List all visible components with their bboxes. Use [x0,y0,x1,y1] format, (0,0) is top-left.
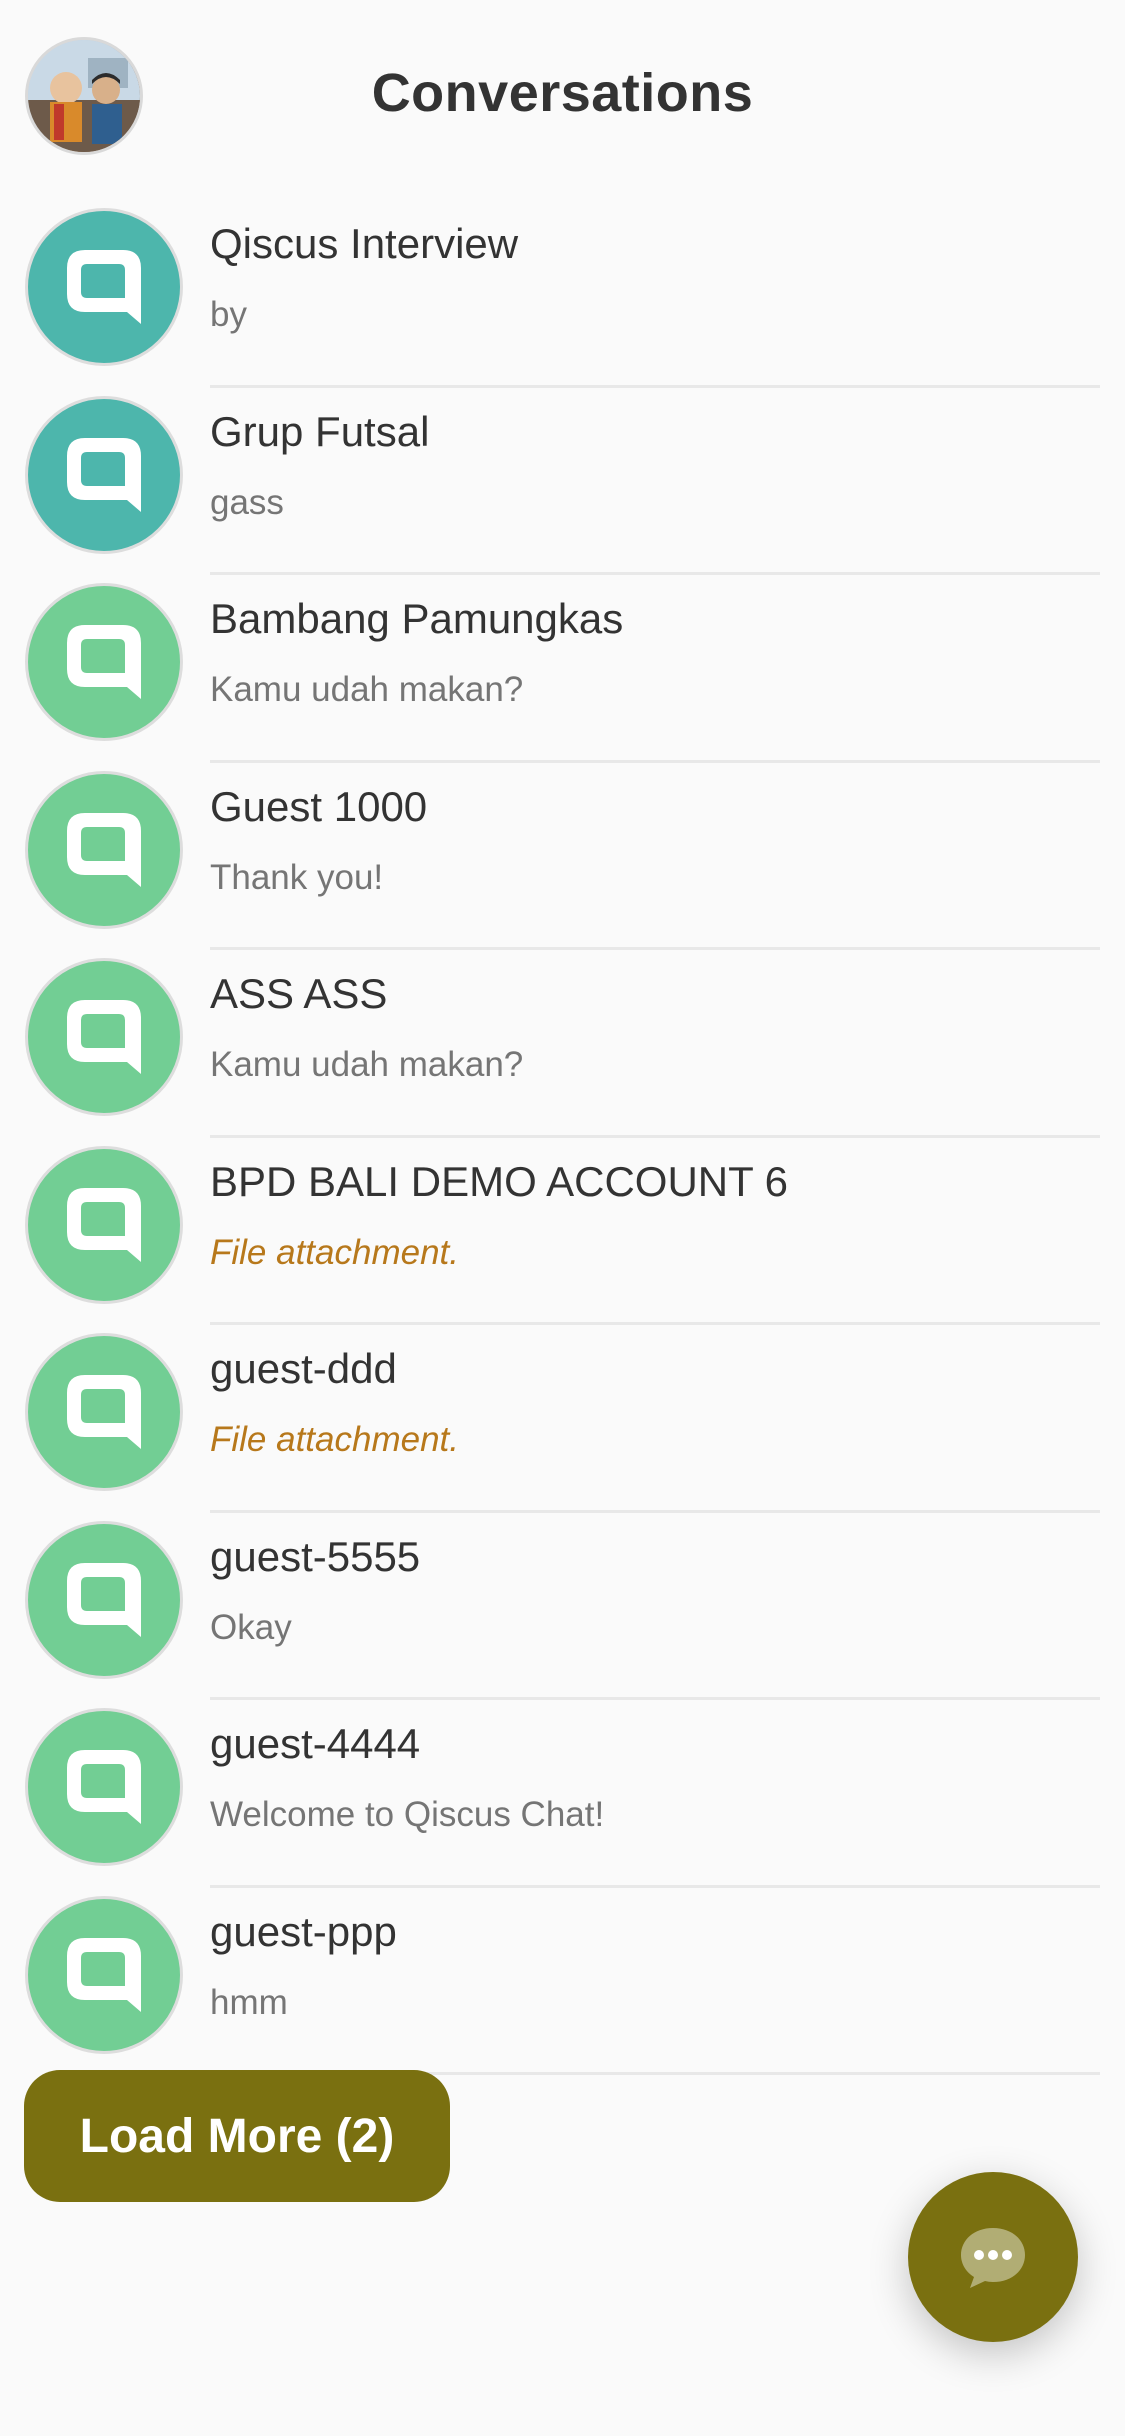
conversation-row[interactable]: guest-ppp hmm [0,1888,1125,2075]
conversation-name: Qiscus Interview [210,220,519,267]
load-more-button[interactable]: Load More (2) [24,2070,450,2202]
conversation-row[interactable]: ASS ASS Kamu udah makan? [0,950,1125,1138]
conversation-preview: hmm [210,1982,288,2022]
conversation-row[interactable]: Guest 1000 Thank you! [0,763,1125,950]
conversation-name: guest-4444 [210,1720,421,1767]
page-title: Conversations [371,63,754,123]
conversation-name: Guest 1000 [210,782,428,830]
conversation-name: Bambang Pamungkas [210,595,624,642]
conversation-preview: Okay [210,1607,292,1647]
conversation-avatar [25,1145,183,1304]
conversation-preview: gass [210,482,284,522]
qiscus-logo-icon [67,1187,141,1262]
conversation-preview: Welcome to Qiscus Chat! [210,1795,605,1834]
conversation-avatar [25,208,183,366]
conversation-name: Grup Futsal [210,407,430,455]
conversation-row[interactable]: guest-ddd File attachment. [0,1325,1125,1513]
conversation-name: BPD BALI DEMO ACCOUNT 6 [210,1157,789,1205]
conversation-row[interactable]: Bambang Pamungkas Kamu udah makan? [0,575,1125,763]
conversation-preview: Kamu udah makan? [210,670,524,709]
conversation-preview: File attachment. [210,1420,459,1459]
conversation-preview: File attachment. [210,1232,459,1272]
conversation-preview: by [210,295,247,334]
conversation-avatar [25,1520,183,1679]
conversation-avatar [25,770,183,929]
conversation-avatar [25,1708,183,1866]
conversation-preview: Kamu udah makan? [210,1045,524,1084]
conversation-row[interactable]: guest-4444 Welcome to Qiscus Chat! [0,1700,1125,1888]
conversation-list: Qiscus Interview by Grup Futsal gass Bambang… [0,200,1125,2075]
conversation-avatar [25,583,183,741]
conversation-avatar [25,1333,183,1491]
conversation-avatar [25,1895,183,2054]
qiscus-logo-icon [67,250,141,324]
qiscus-logo-icon [67,625,141,699]
conversation-avatar [25,395,183,554]
chat-bubble-icon [961,2228,1025,2288]
conversation-name: guest-ddd [210,1345,397,1392]
qiscus-logo-icon [67,1562,141,1637]
conversation-row[interactable]: Qiscus Interview by [0,200,1125,388]
qiscus-logo-icon [67,1750,141,1824]
qiscus-logo-icon [67,437,141,512]
qiscus-logo-icon [67,812,141,887]
conversation-row[interactable]: Grup Futsal gass [0,388,1125,575]
app-header: Conversations [0,0,1125,190]
conversation-row[interactable]: guest-5555 Okay [0,1513,1125,1700]
new-chat-fab[interactable] [908,2172,1078,2342]
conversation-preview: Thank you! [210,857,384,897]
conversation-name: guest-5555 [210,1532,421,1580]
conversation-name: ASS ASS [210,970,388,1017]
conversation-row[interactable]: BPD BALI DEMO ACCOUNT 6 File attachment. [0,1138,1125,1325]
conversation-name: guest-ppp [210,1907,397,1955]
qiscus-logo-icon [67,1375,141,1449]
qiscus-logo-icon [67,1000,141,1074]
conversation-avatar [25,958,183,1116]
qiscus-logo-icon [67,1937,141,2012]
